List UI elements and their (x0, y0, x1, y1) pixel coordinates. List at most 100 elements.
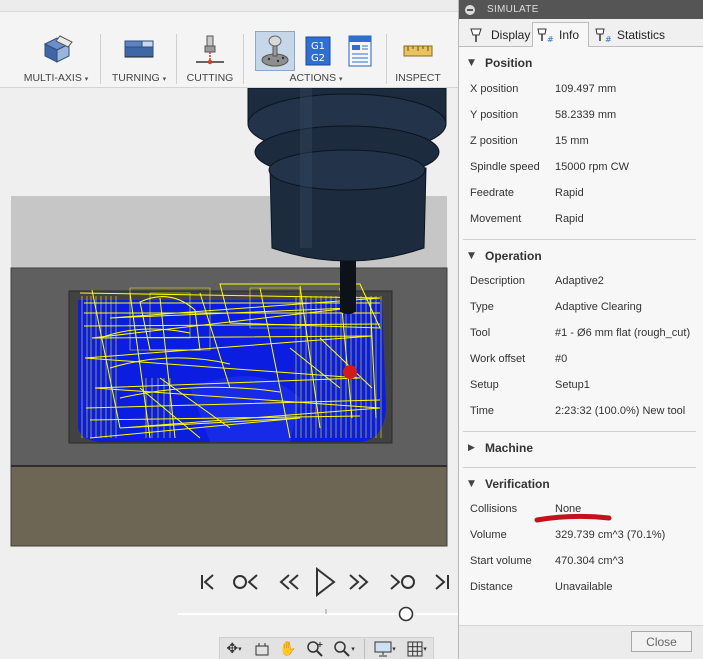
toolbar-divider (386, 34, 387, 84)
operation-section-header[interactable]: ▼ Operation (459, 243, 703, 269)
cutting-label: CUTTING (186, 72, 234, 84)
previous-operation-button[interactable] (230, 566, 260, 598)
position-section-header[interactable]: ▼ Position (459, 50, 703, 76)
multi-axis-icon (39, 34, 77, 68)
info-row: Tool #1 - Ø6 mm flat (rough_cut) (459, 321, 703, 347)
info-row: Type Adaptive Clearing (459, 295, 703, 321)
expanded-arrow-icon: ▼ (468, 479, 475, 489)
turning-icon (122, 34, 156, 68)
orbit-icon[interactable]: ✥ ▾ (222, 640, 246, 658)
info-row: Volume 329.739 cm^3 (70.1%) (459, 523, 703, 549)
chevron-down-icon: ▾ (162, 76, 167, 83)
row-value: Adaptive2 (555, 275, 604, 287)
inspect-group[interactable]: INSPECT (392, 28, 444, 86)
simulate-icon[interactable] (255, 31, 295, 71)
tool-holder (247, 88, 447, 262)
tab-display[interactable]: Display (465, 23, 531, 47)
close-button[interactable]: Close (631, 631, 692, 652)
row-value: #1 - Ø6 mm flat (rough_cut) (555, 327, 691, 339)
play-button[interactable] (312, 566, 338, 598)
actions-group[interactable]: G1 G2 ACTIONS ▾ (250, 28, 382, 86)
cutting-group[interactable]: CUTTING (182, 28, 238, 86)
timeline-slider[interactable] (178, 604, 458, 624)
panel-body: ▼ Position X position 109.497 mm Y positi… (459, 47, 703, 625)
row-value: Setup1 (555, 379, 590, 391)
actions-label: ACTIONS (289, 72, 337, 84)
row-value: 470.304 cm^3 (555, 555, 624, 567)
measure-icon (402, 34, 434, 68)
go-to-start-button[interactable] (196, 566, 220, 598)
multi-axis-label: MULTI-AXIS (23, 72, 82, 84)
row-label: X position (470, 83, 519, 95)
machine-section-header[interactable]: ▶ Machine (459, 435, 703, 461)
panel-tabs: Display # Info # Statistics (459, 19, 703, 48)
tab-info[interactable]: # Info (532, 22, 589, 48)
grid-icon[interactable]: ▾ (402, 640, 432, 658)
row-label: Setup (470, 379, 499, 391)
info-row: Distance Unavailable (459, 575, 703, 601)
row-label: Spindle speed (470, 161, 540, 173)
zoom-icon[interactable] (304, 640, 326, 658)
row-label: Z position (470, 135, 518, 147)
row-value: 2:23:32 (100.0%) New tool (555, 405, 686, 417)
info-row: Description Adaptive2 (459, 269, 703, 295)
display-tab-icon (469, 26, 485, 44)
play-icon (316, 567, 336, 597)
verification-section-header[interactable]: ▼ Verification (459, 471, 703, 497)
position-section-title: Position (485, 56, 533, 70)
nc-code-icon[interactable]: G1 G2 (304, 34, 332, 68)
go-to-start-icon (201, 574, 214, 590)
info-row: Movement Rapid (459, 207, 703, 233)
row-label: Tool (470, 327, 491, 339)
row-label: Distance (470, 581, 513, 593)
info-row: Setup Setup1 (459, 373, 703, 399)
g2-text: G2 (311, 53, 325, 64)
step-back-button[interactable] (276, 566, 304, 598)
expanded-arrow-icon: ▼ (468, 58, 475, 68)
next-operation-icon (390, 574, 415, 590)
info-row: Z position 15 mm (459, 129, 703, 155)
go-to-end-icon (435, 574, 449, 590)
go-to-end-button[interactable] (430, 566, 454, 598)
next-operation-button[interactable] (388, 566, 418, 598)
row-label: Description (470, 275, 526, 287)
toolbar-divider (176, 34, 177, 84)
panel-title: SIMULATE (487, 4, 539, 15)
g1-text: G1 (311, 41, 325, 52)
row-value: 329.739 cm^3 (70.1%) (555, 529, 666, 541)
playback-controls (196, 566, 458, 598)
tool-bit (340, 258, 356, 312)
turning-group[interactable]: TURNING ▾ (106, 28, 172, 86)
tab-statistics[interactable]: # Statistics (591, 23, 671, 47)
turning-label: TURNING (111, 72, 160, 84)
toolbar-divider (100, 34, 101, 84)
navigation-bar: ✥ ▾ ✋ ▾ ▾ ▾ (219, 637, 434, 659)
setup-sheet-icon[interactable] (346, 34, 374, 68)
tab-display-label: Display (491, 28, 531, 42)
annotation-underline (534, 513, 612, 523)
step-forward-button[interactable] (344, 566, 372, 598)
step-forward-icon (349, 574, 369, 590)
toolbar: MULTI-AXIS ▾ TURNING ▾ CUTTING G1 G2 ACT… (0, 0, 458, 88)
expanded-arrow-icon: ▼ (468, 251, 475, 261)
section-divider (463, 239, 696, 240)
info-row: Time 2:23:32 (100.0%) New tool (459, 399, 703, 425)
collapse-icon[interactable] (465, 4, 475, 15)
pan-icon[interactable]: ✋ (278, 640, 298, 658)
toolbar-top-strip (0, 0, 458, 12)
toolbar-divider (243, 34, 244, 84)
collapsed-arrow-icon: ▶ (468, 443, 475, 453)
display-settings-icon[interactable]: ▾ (370, 640, 400, 658)
panel-header[interactable]: SIMULATE (459, 0, 703, 19)
info-row: Spindle speed 15000 rpm CW (459, 155, 703, 181)
row-label: Start volume (470, 555, 532, 567)
row-value: Rapid (555, 187, 584, 199)
timeline-handle[interactable] (398, 606, 414, 622)
svg-text:#: # (605, 35, 611, 44)
row-label: Movement (470, 213, 522, 225)
info-row: Work offset #0 (459, 347, 703, 373)
look-at-icon[interactable] (252, 640, 272, 658)
row-value: #0 (555, 353, 568, 365)
multi-axis-group[interactable]: MULTI-AXIS ▾ (17, 28, 95, 86)
zoom-window-icon[interactable]: ▾ (330, 640, 358, 658)
